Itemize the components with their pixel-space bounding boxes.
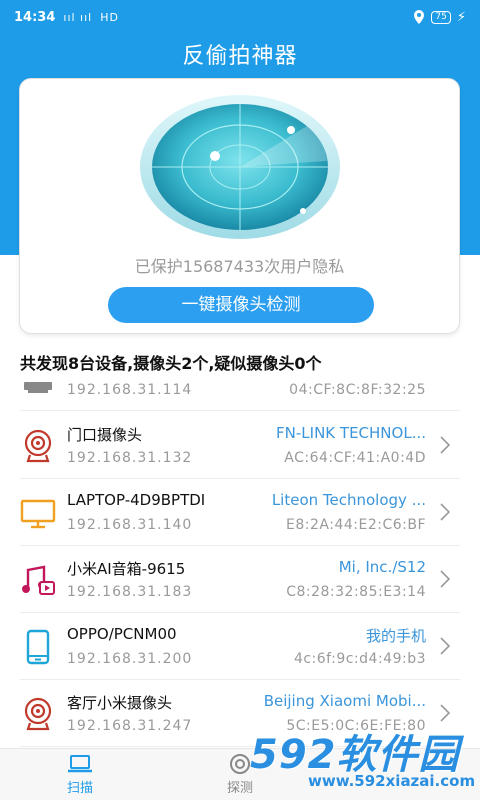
wifi-icon: HD — [100, 10, 119, 24]
pc-icon — [24, 382, 52, 393]
device-row[interactable]: OPPO/PCNM00 192.168.31.200 我的手机 4c:6f:9c… — [20, 613, 460, 680]
device-summary: 共发现8台设备,摄像头2个,疑似摄像头0个 — [20, 354, 322, 373]
tab-detect[interactable]: 探测 — [195, 753, 285, 796]
chevron-right-icon — [440, 637, 450, 655]
one-click-scan-button[interactable]: 一键摄像头检测 — [108, 287, 374, 323]
device-ip: 192.168.31.114 — [67, 382, 193, 398]
device-mac: AC:64:CF:41:A0:4D — [284, 450, 426, 466]
device-ip: 192.168.31.132 — [67, 450, 193, 466]
tab-label: 探测 — [226, 781, 253, 796]
webcam-icon — [24, 697, 52, 731]
device-mac: 4c:6f:9c:d4:49:b3 — [293, 651, 426, 667]
monitor-icon — [20, 499, 56, 529]
device-row[interactable]: 客厅小米摄像头 192.168.31.247 Beijing Xiaomi Mo… — [20, 680, 460, 747]
device-row[interactable]: 192.168.31.114 04:CF:8C:8F:32:25 — [20, 378, 460, 411]
device-name: OPPO/PCNM00 — [67, 625, 177, 643]
device-name: 小米AI音箱-9615 — [67, 560, 186, 578]
chevron-right-icon — [440, 704, 450, 722]
chevron-right-icon — [440, 570, 450, 588]
bottom-tab-bar: 扫描 探测 — [0, 748, 480, 800]
page-title: 反偷拍神器 — [182, 44, 298, 69]
radar-tab-icon — [230, 754, 250, 774]
device-ip: 192.168.31.183 — [67, 584, 193, 600]
music-icon — [22, 565, 55, 595]
device-row[interactable]: 小米AI音箱-9615 192.168.31.183 Mi, Inc./S12 … — [20, 546, 460, 613]
device-ip: 192.168.31.200 — [67, 651, 193, 667]
device-ip: 192.168.31.247 — [67, 718, 193, 734]
laptop-icon — [68, 755, 92, 773]
radar-icon — [140, 95, 340, 239]
chevron-right-icon — [440, 503, 450, 521]
device-vendor: Mi, Inc./S12 — [338, 558, 426, 576]
location-icon — [414, 10, 425, 24]
status-time: 14:34 — [14, 9, 56, 25]
device-mac: 5C:E5:0C:6E:FE:80 — [286, 718, 426, 734]
signal-icon: ııl ııl — [63, 10, 93, 24]
device-mac: 04:CF:8C:8F:32:25 — [289, 382, 426, 398]
device-row[interactable]: LAPTOP-4D9BPTDI 192.168.31.140 Liteon Te… — [20, 479, 460, 546]
device-vendor: Beijing Xiaomi Mobi... — [263, 692, 426, 710]
webcam-icon — [24, 429, 52, 463]
device-name: LAPTOP-4D9BPTDI — [67, 491, 206, 509]
device-vendor: 我的手机 — [365, 627, 426, 645]
battery-icon: 75 — [431, 10, 451, 24]
chevron-right-icon — [440, 436, 450, 454]
device-name: 门口摄像头 — [67, 426, 143, 444]
phone-icon — [26, 629, 50, 665]
scan-card: 已保护15687433次用户隐私 一键摄像头检测 — [19, 78, 460, 334]
charging-icon: ⚡ — [456, 9, 466, 25]
status-bar: 14:34 ııl ııl HD 75 ⚡ — [0, 0, 480, 34]
device-vendor: FN-LINK TECHNOL... — [276, 424, 426, 442]
device-name: 客厅小米摄像头 — [67, 694, 173, 712]
device-vendor: Liteon Technology ... — [271, 491, 426, 509]
tab-scan[interactable]: 扫描 — [35, 753, 125, 796]
tab-label: 扫描 — [66, 781, 93, 796]
protect-count-text: 已保护15687433次用户隐私 — [134, 257, 345, 276]
device-list[interactable]: 192.168.31.114 04:CF:8C:8F:32:25 门口摄像头 1… — [20, 378, 460, 748]
device-ip: 192.168.31.140 — [67, 517, 193, 533]
device-mac: E8:2A:44:E2:C6:BF — [286, 517, 426, 533]
device-mac: C8:28:32:85:E3:14 — [286, 584, 426, 600]
device-row[interactable]: 门口摄像头 192.168.31.132 FN-LINK TECHNOL... … — [20, 412, 460, 479]
